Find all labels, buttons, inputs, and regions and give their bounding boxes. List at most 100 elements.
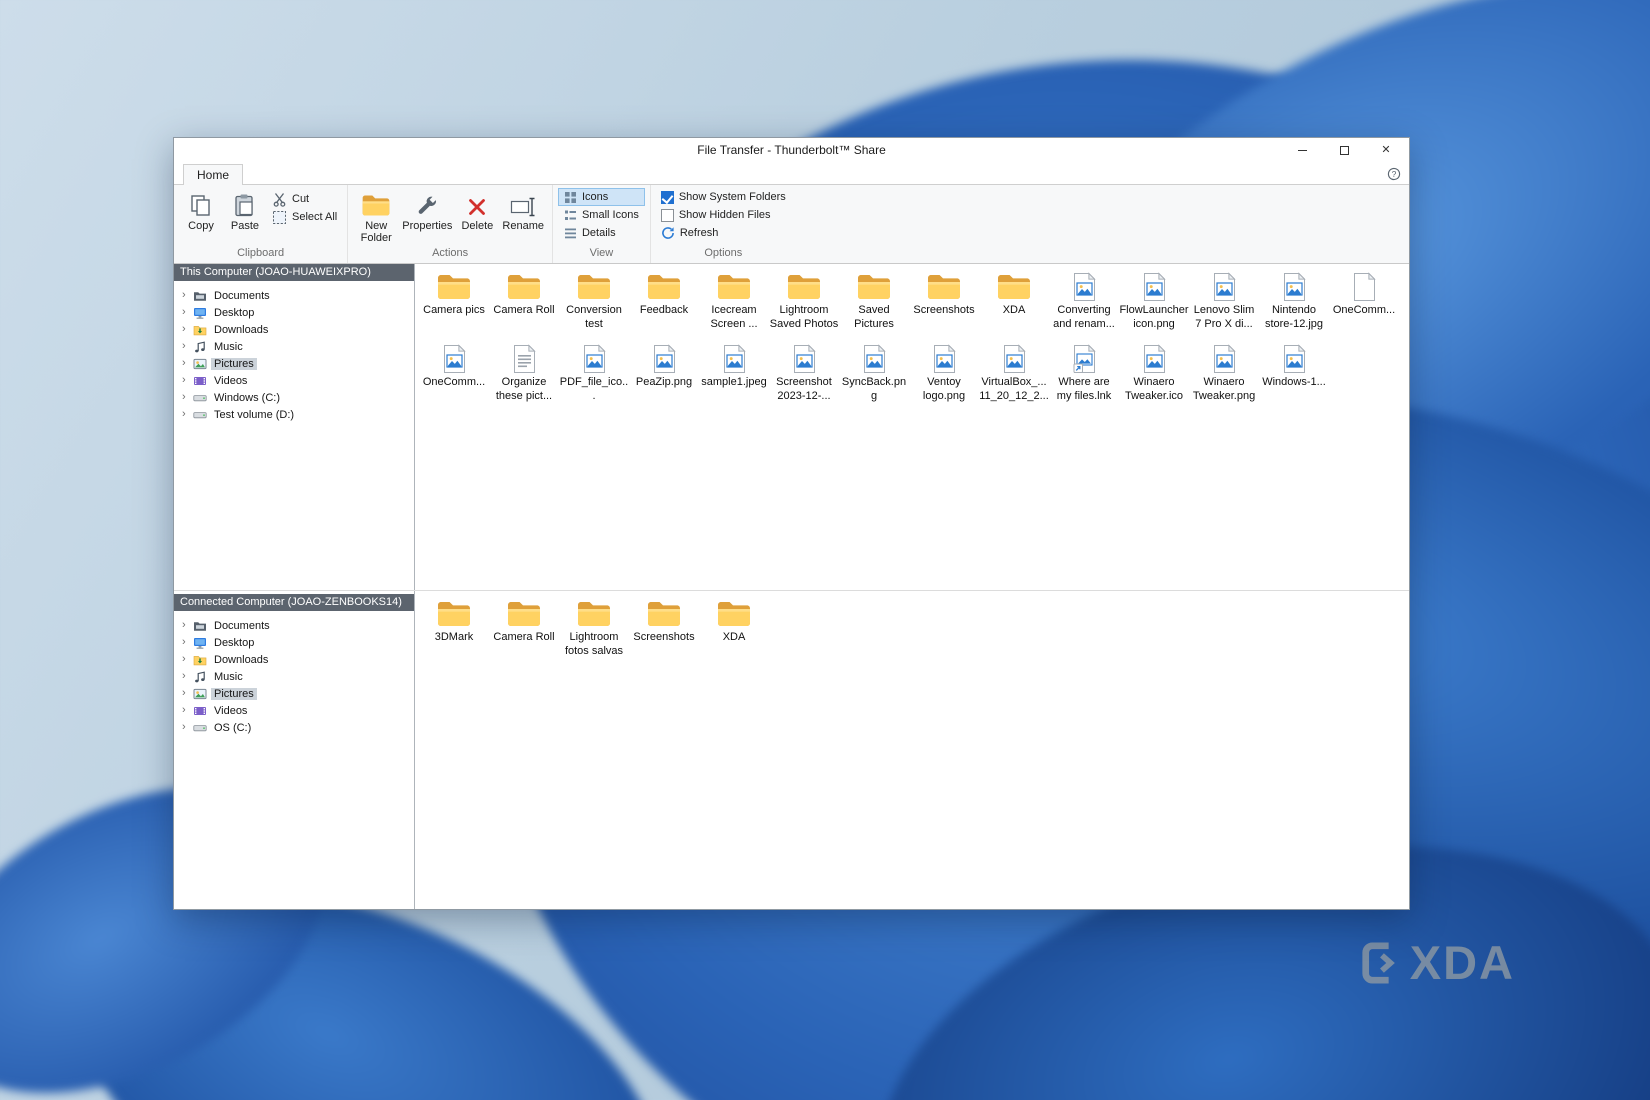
file-item-nintendo-store-12-jpg[interactable]: Nintendo store-12.jpg	[1259, 267, 1329, 339]
file-item-where-are-my-files-lnk[interactable]: Where are my files.lnk	[1049, 339, 1119, 411]
downloads-icon	[193, 653, 207, 667]
new-folder-button[interactable]: New Folder	[353, 187, 399, 245]
chevron-right-icon[interactable]: ›	[182, 722, 189, 733]
tree-item-windows-c[interactable]: › Windows (C:)	[174, 389, 414, 406]
file-item-organize-these-pict[interactable]: Organize these pict...	[489, 339, 559, 411]
checkbox-checked-icon[interactable]	[660, 190, 674, 204]
chevron-right-icon[interactable]: ›	[182, 409, 189, 420]
checkbox-unchecked-icon[interactable]	[660, 208, 674, 222]
folder-item-screenshots[interactable]: Screenshots	[629, 594, 699, 666]
file-item-lenovo-slim-7-pro-x-di[interactable]: Lenovo Slim 7 Pro X di...	[1189, 267, 1259, 339]
close-icon: ✕	[1381, 143, 1391, 156]
file-item-screenshot-2023-12[interactable]: Screenshot 2023-12-...	[769, 339, 839, 411]
tree-item-pictures[interactable]: › Pictures	[174, 355, 414, 372]
tree-item-videos[interactable]: › Videos	[174, 702, 414, 719]
minimize-button[interactable]	[1281, 138, 1323, 162]
chevron-right-icon[interactable]: ›	[182, 341, 189, 352]
file-label: VirtualBox_... 11_20_12_2...	[979, 376, 1049, 402]
file-item-onecomm[interactable]: OneComm...	[1329, 267, 1399, 339]
doc-file-icon	[512, 341, 537, 374]
properties-button[interactable]: Properties	[399, 187, 455, 233]
folder-item-3dmark[interactable]: 3DMark	[419, 594, 489, 666]
view-small-icons-button[interactable]: Small Icons	[558, 206, 645, 224]
chevron-right-icon[interactable]: ›	[182, 671, 189, 682]
tree-item-documents[interactable]: › Documents	[174, 617, 414, 634]
chevron-right-icon[interactable]: ›	[182, 324, 189, 335]
folder-item-lightroom-saved-photos[interactable]: Lightroom Saved Photos	[769, 267, 839, 339]
tree-item-os-c[interactable]: › OS (C:)	[174, 719, 414, 736]
connected-computer-file-grid[interactable]: 3DMark Camera Roll Lightroom fotos salvas S…	[415, 591, 1409, 909]
chevron-right-icon[interactable]: ›	[182, 358, 189, 369]
chevron-right-icon[interactable]: ›	[182, 654, 189, 665]
titlebar[interactable]: File Transfer - Thunderbolt™ Share ✕	[174, 138, 1409, 162]
file-item-ventoy-logo-png[interactable]: Ventoy logo.png	[909, 339, 979, 411]
help-button[interactable]: ?	[1387, 167, 1401, 181]
file-item-virtualbox-11-20-12-2[interactable]: VirtualBox_... 11_20_12_2...	[979, 339, 1049, 411]
delete-icon	[466, 188, 488, 218]
folder-item-icecream-screen[interactable]: Icecream Screen ...	[699, 267, 769, 339]
file-item-pdf-file-ico[interactable]: PDF_file_ico...	[559, 339, 629, 411]
chevron-right-icon[interactable]: ›	[182, 307, 189, 318]
cut-button[interactable]: Cut	[267, 190, 342, 208]
chevron-right-icon[interactable]: ›	[182, 705, 189, 716]
close-button[interactable]: ✕	[1365, 138, 1407, 162]
file-item-peazip-png[interactable]: PeaZip.png	[629, 339, 699, 411]
file-item-flowlauncher-icon-png[interactable]: FlowLauncher icon.png	[1119, 267, 1189, 339]
delete-button[interactable]: Delete	[455, 187, 499, 233]
view-details-button[interactable]: Details	[558, 224, 645, 242]
folder-item-camera-pics[interactable]: Camera pics	[419, 267, 489, 339]
tree-item-documents[interactable]: › Documents	[174, 287, 414, 304]
chevron-right-icon[interactable]: ›	[182, 392, 189, 403]
select-all-button[interactable]: Select All	[267, 208, 342, 226]
this-computer-file-grid[interactable]: Camera pics Camera Roll Conversion test Fee…	[415, 264, 1409, 590]
folder-item-lightroom-fotos-salvas[interactable]: Lightroom fotos salvas	[559, 594, 629, 666]
chevron-right-icon[interactable]: ›	[182, 620, 189, 631]
tree-item-music[interactable]: › Music	[174, 668, 414, 685]
tree-item-downloads[interactable]: › Downloads	[174, 321, 414, 338]
chevron-right-icon[interactable]: ›	[182, 688, 189, 699]
desktop-icon	[193, 306, 207, 320]
file-item-windows-1[interactable]: Windows-1...	[1259, 339, 1329, 411]
file-label: Nintendo store-12.jpg	[1264, 304, 1324, 330]
maximize-button[interactable]	[1323, 138, 1365, 162]
tab-home[interactable]: Home	[183, 164, 244, 185]
refresh-button[interactable]: Refresh	[656, 224, 791, 242]
folder-item-saved-pictures[interactable]: Saved Pictures	[839, 267, 909, 339]
file-item-onecomm[interactable]: OneComm...	[419, 339, 489, 411]
xda-logo-icon	[1360, 940, 1402, 986]
tree-item-label: Windows (C:)	[214, 391, 281, 404]
chevron-right-icon[interactable]: ›	[182, 637, 189, 648]
file-item-sample1-jpeg[interactable]: sample1.jpeg	[699, 339, 769, 411]
file-item-winaero-tweaker-ico[interactable]: Winaero Tweaker.ico	[1119, 339, 1189, 411]
show-system-folders-checkbox[interactable]: Show System Folders	[656, 188, 791, 206]
chevron-right-icon[interactable]: ›	[182, 375, 189, 386]
tree-item-desktop[interactable]: › Desktop	[174, 634, 414, 651]
small-icons-view-label: Small Icons	[581, 209, 639, 221]
tree-item-test-volume-d[interactable]: › Test volume (D:)	[174, 406, 414, 423]
show-hidden-files-checkbox[interactable]: Show Hidden Files	[656, 206, 791, 224]
folder-item-camera-roll[interactable]: Camera Roll	[489, 594, 559, 666]
file-label: Feedback	[639, 304, 689, 316]
tree-item-desktop[interactable]: › Desktop	[174, 304, 414, 321]
paste-button[interactable]: Paste	[223, 187, 267, 233]
tree-item-videos[interactable]: › Videos	[174, 372, 414, 389]
tree-item-pictures[interactable]: › Pictures	[174, 685, 414, 702]
file-item-converting-and-renam[interactable]: Converting and renam...	[1049, 267, 1119, 339]
rename-button[interactable]: Rename	[499, 187, 547, 233]
file-item-winaero-tweaker-png[interactable]: Winaero Tweaker.png	[1189, 339, 1259, 411]
file-item-syncback-png[interactable]: SyncBack.png	[839, 339, 909, 411]
view-icons-button[interactable]: Icons	[557, 188, 645, 206]
chevron-right-icon[interactable]: ›	[182, 290, 189, 301]
folder-item-xda[interactable]: XDA	[699, 594, 769, 666]
tree-item-downloads[interactable]: › Downloads	[174, 651, 414, 668]
folder-item-xda[interactable]: XDA	[979, 267, 1049, 339]
folder-item-feedback[interactable]: Feedback	[629, 267, 699, 339]
tree-item-music[interactable]: › Music	[174, 338, 414, 355]
folder-item-camera-roll[interactable]: Camera Roll	[489, 267, 559, 339]
tree-item-label: Pictures	[211, 687, 257, 700]
select-all-label: Select All	[292, 211, 338, 223]
folder-item-conversion-test[interactable]: Conversion test	[559, 267, 629, 339]
image-file-icon	[1142, 269, 1167, 302]
copy-button[interactable]: Copy	[179, 187, 223, 233]
folder-item-screenshots[interactable]: Screenshots	[909, 267, 979, 339]
